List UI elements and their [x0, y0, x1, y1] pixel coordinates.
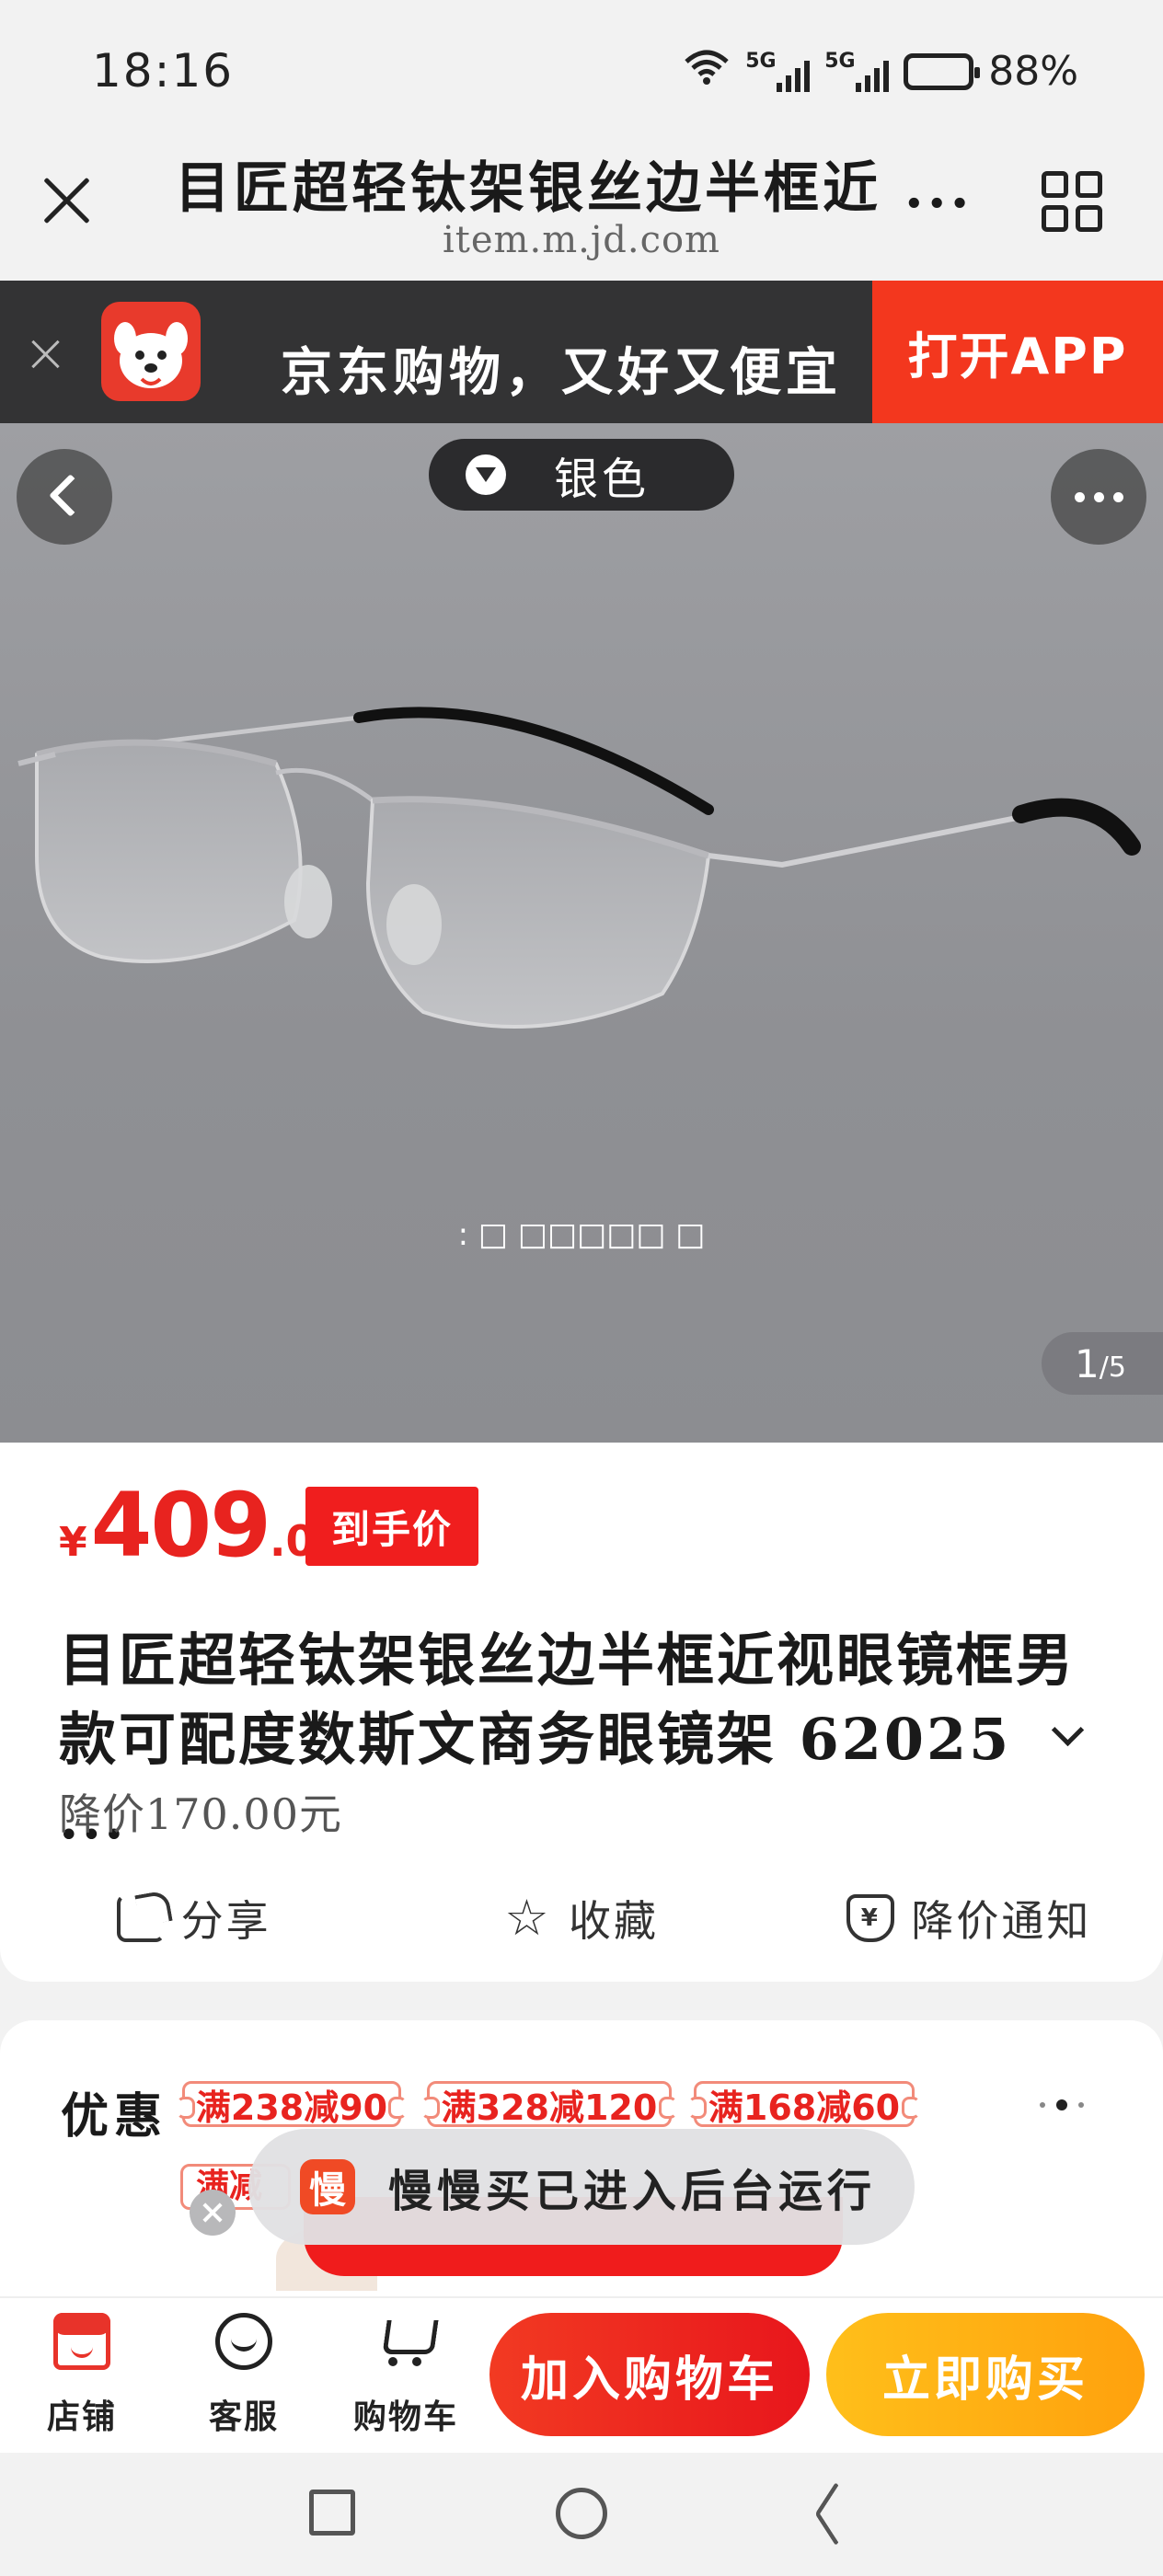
jd-logo: [101, 302, 201, 401]
star-icon: ☆: [504, 1889, 552, 1947]
selected-color: 银色: [554, 454, 651, 505]
tab-customer-service[interactable]: 客服: [184, 2300, 304, 2447]
banner-close-icon[interactable]: [28, 336, 64, 373]
final-price-tag: 到手价: [305, 1487, 478, 1566]
promotion-label: 优惠: [61, 2088, 168, 2145]
price-alert-label: 降价通知: [911, 1896, 1092, 1946]
toast-close-icon[interactable]: [190, 2190, 236, 2236]
signal-icon-2: 5G: [824, 50, 890, 92]
price-alert-button[interactable]: ¥ 降价通知: [776, 1877, 1163, 1960]
customer-service-icon: [215, 2313, 272, 2370]
image-counter: 1/5: [1042, 1332, 1163, 1395]
recent-apps-icon[interactable]: [309, 2490, 355, 2536]
more-promotions-icon[interactable]: [1040, 2099, 1084, 2110]
coupon-badge[interactable]: 满168减60: [688, 2081, 920, 2128]
share-label: 分享: [180, 1896, 271, 1946]
battery-percent: 88%: [988, 48, 1078, 95]
more-options-button[interactable]: [1051, 449, 1146, 545]
product-price: ¥ 409 .00: [59, 1474, 345, 1577]
tab-service-label: 客服: [208, 2398, 279, 2436]
status-indicators: 5G 5G 88%: [683, 48, 1078, 95]
coupon-badge[interactable]: 满238减90: [177, 2081, 407, 2128]
tab-cart-label: 购物车: [352, 2398, 458, 2436]
open-app-button[interactable]: 打开APP: [872, 281, 1163, 423]
tab-cart[interactable]: 购物车: [346, 2300, 466, 2447]
price-currency: ¥: [59, 1519, 87, 1566]
image-counter-total: /5: [1099, 1351, 1126, 1384]
nav-back-icon[interactable]: [802, 2488, 854, 2539]
price-integer: 409: [90, 1474, 271, 1577]
banner-slogan: 京东购物，又好又便宜: [281, 342, 842, 403]
share-button[interactable]: 分享: [0, 1877, 387, 1960]
tab-shop-label: 店铺: [46, 2398, 117, 2436]
status-time: 18:16: [92, 44, 235, 98]
image-caption: : □ □□□□□ □: [457, 1216, 706, 1253]
image-counter-current: 1: [1075, 1340, 1100, 1386]
manmanmai-app-icon: 慢: [300, 2159, 355, 2214]
glasses-image: [17, 707, 1141, 1029]
product-actions: 分享 ☆ 收藏 ¥ 降价通知: [0, 1877, 1163, 1960]
wifi-icon: [683, 49, 731, 95]
mini-program-menu-icon[interactable]: [1042, 171, 1102, 232]
page-url: item.m.jd.com: [443, 219, 720, 261]
battery-icon: [904, 52, 981, 90]
favorite-label: 收藏: [568, 1896, 659, 1946]
add-to-cart-button[interactable]: 加入购物车: [489, 2313, 810, 2436]
product-image-gallery[interactable]: [0, 423, 1163, 1443]
home-icon[interactable]: [556, 2488, 607, 2539]
price-drop-info: 降价170.00元: [59, 1789, 342, 1839]
cart-icon: [377, 2313, 434, 2370]
chevron-down-icon[interactable]: [1051, 1719, 1084, 1752]
color-selector[interactable]: 银色: [429, 439, 734, 511]
favorite-button[interactable]: ☆ 收藏: [387, 1877, 775, 1960]
tab-shop[interactable]: 店铺: [22, 2300, 142, 2447]
buy-now-button[interactable]: 立即购买: [826, 2313, 1145, 2436]
shop-icon: [53, 2313, 110, 2370]
signal-icon: 5G: [745, 50, 811, 92]
coupon-badge[interactable]: 满328减120: [421, 2081, 677, 2128]
back-button[interactable]: [17, 449, 112, 545]
dropdown-icon: [466, 454, 506, 495]
price-alert-icon: ¥: [846, 1894, 895, 1942]
toast-message: 慢慢买已进入后台运行: [388, 2166, 877, 2217]
background-run-toast: 慢 慢慢买已进入后台运行: [248, 2129, 915, 2245]
share-icon: [116, 1894, 165, 1942]
